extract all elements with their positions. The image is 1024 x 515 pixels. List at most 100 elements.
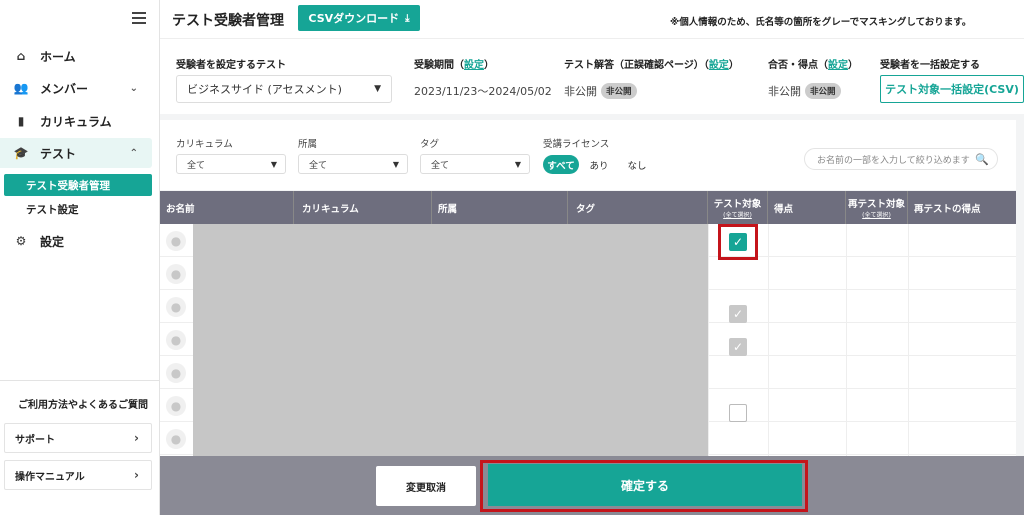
answer-label: テスト解答（正誤確認ページ）（設定） [564, 60, 739, 71]
sidebar-item-label: 設定 [40, 234, 65, 249]
column-divider [768, 224, 769, 456]
curriculum-filter-value: 全て [187, 160, 206, 171]
masking-notice: ※個人情報のため、氏名等の箇所をグレーでマスキングしております。 [670, 17, 972, 28]
col-retest-score: 再テストの得点 [914, 203, 981, 215]
sidebar: ⌂ ホーム 👥 メンバー ⌄ ▮ カリキュラム 🎓 テスト ⌃ テスト受験者管理… [0, 0, 160, 515]
avatar-icon: ● [166, 363, 186, 383]
sidebar-subitem-test-examinees[interactable]: テスト受験者管理 [4, 174, 152, 196]
bulk-csv-button[interactable]: テスト対象一括設定(CSV) [880, 75, 1024, 103]
avatar-icon: ● [166, 330, 186, 350]
tag-filter-label: タグ [420, 139, 440, 150]
dept-filter-select[interactable]: 全て ▼ [298, 154, 408, 174]
name-search-input[interactable]: お名前の一部を入力して絞り込めます 🔍 [804, 148, 998, 170]
license-option-all[interactable]: すべて [543, 155, 579, 174]
chevron-down-icon: ⌄ [129, 82, 138, 94]
pass-label: 合否・得点（設定） [768, 60, 858, 71]
table-header: お名前 カリキュラム 所属 タグ テスト対象 (全て選択) 得点 再テスト対象 … [160, 191, 1016, 224]
book-icon: ▮ [17, 114, 25, 128]
page-title: テスト受験者管理 [172, 13, 284, 29]
manual-link[interactable]: 操作マニュアル › [4, 460, 152, 490]
pass-setting-link[interactable]: 設定 [828, 60, 848, 71]
avatar-icon: ● [166, 264, 186, 284]
support-link[interactable]: サポート › [4, 423, 152, 453]
highlight-frame-confirm [480, 460, 808, 512]
help-title: ご利用方法やよくあるご質問 [18, 400, 148, 411]
period-setting-link[interactable]: 設定 [464, 60, 484, 71]
pass-value: 非公開 非公開 [768, 83, 841, 99]
license-option-yes[interactable]: あり [586, 155, 612, 174]
answer-setting-link[interactable]: 設定 [709, 60, 729, 71]
answer-value-text: 非公開 [564, 85, 597, 98]
col-test-target: テスト対象 (全て選択) [708, 191, 768, 224]
users-icon: 👥 [13, 81, 29, 95]
avatar-icon: ● [166, 297, 186, 317]
chevron-down-icon: ▼ [270, 159, 277, 169]
sidebar-item-home[interactable]: ⌂ ホーム [0, 41, 152, 71]
gear-icon: ⚙ [15, 234, 27, 248]
column-divider [708, 224, 709, 456]
tag-filter-value: 全て [431, 160, 450, 171]
license-option-no[interactable]: なし [624, 155, 650, 174]
csv-download-label: CSVダウンロード [308, 12, 400, 25]
search-icon[interactable]: 🔍 [975, 153, 989, 166]
sidebar-item-label: カリキュラム [40, 114, 112, 129]
manual-label: 操作マニュアル [15, 471, 85, 483]
sidebar-item-settings[interactable]: ⚙ 設定 [0, 226, 152, 256]
test-select-value: ビジネスサイド (アセスメント) [187, 83, 342, 96]
menu-icon[interactable] [132, 12, 146, 24]
col-retest-label: 再テスト対象 [847, 199, 905, 210]
bulk-label: 受験者を一括設定する [880, 60, 980, 71]
col-dept: 所属 [432, 191, 568, 224]
test-settings-panel: 受験者を設定するテスト ビジネスサイド (アセスメント) ▼ 受験期間（設定） … [160, 38, 1024, 114]
download-icon: ⤓ [405, 12, 410, 24]
select-all-retest-link[interactable]: (全て選択) [862, 210, 891, 219]
header: テスト受験者管理 CSVダウンロード ⤓ ※個人情報のため、氏名等の箇所をグレー… [160, 0, 1024, 38]
sidebar-item-label: メンバー [40, 81, 89, 96]
pass-value-text: 非公開 [768, 85, 801, 98]
csv-download-button[interactable]: CSVダウンロード ⤓ [298, 5, 420, 31]
avatar-icon: ● [166, 429, 186, 449]
col-test-target-label: テスト対象 [713, 199, 762, 210]
search-placeholder: お名前の一部を入力して絞り込めます [817, 155, 970, 166]
curriculum-filter-select[interactable]: 全て ▼ [176, 154, 286, 174]
period-value: 2023/11/23～2024/05/02 [414, 85, 552, 98]
col-score: 得点 [768, 191, 846, 224]
graduation-cap-icon: 🎓 [13, 146, 29, 160]
curriculum-filter-label: カリキュラム [176, 139, 233, 150]
dept-filter-value: 全て [309, 160, 328, 171]
sidebar-item-label: ホーム [40, 49, 76, 64]
sidebar-subitem-test-settings[interactable]: テスト設定 [4, 198, 152, 220]
sidebar-subitem-label: テスト受験者管理 [26, 179, 110, 192]
tag-filter-select[interactable]: 全て ▼ [420, 154, 530, 174]
period-label: 受験期間（設定） [414, 60, 494, 71]
dept-filter-label: 所属 [298, 139, 318, 150]
avatar-icon: ● [166, 231, 186, 251]
sidebar-item-label: テスト [40, 146, 77, 161]
chevron-down-icon: ▼ [514, 159, 521, 169]
license-filter-label: 受講ライセンス [543, 139, 610, 150]
answer-value: 非公開 非公開 [564, 83, 637, 99]
sidebar-subitem-label: テスト設定 [26, 203, 79, 216]
sidebar-item-members[interactable]: 👥 メンバー ⌄ [0, 73, 152, 103]
sidebar-item-curriculum[interactable]: ▮ カリキュラム [0, 106, 152, 136]
chevron-down-icon: ▼ [392, 159, 399, 169]
col-curriculum: カリキュラム [294, 191, 432, 224]
column-divider [846, 224, 847, 456]
home-icon: ⌂ [16, 49, 26, 63]
filter-panel: カリキュラム 全て ▼ 所属 全て ▼ タグ 全て ▼ 受講ライセンス すべて … [160, 120, 1016, 190]
cancel-changes-button[interactable]: 変更取消 [376, 466, 476, 506]
select-all-target-link[interactable]: (全て選択) [723, 210, 752, 219]
chevron-down-icon: ▼ [374, 84, 381, 94]
column-divider [908, 224, 909, 456]
test-select-label: 受験者を設定するテスト [176, 60, 286, 71]
highlight-frame-checkbox [718, 224, 758, 260]
sidebar-item-test[interactable]: 🎓 テスト ⌃ [0, 138, 152, 168]
test-target-checkbox: ✓ [729, 305, 747, 323]
test-target-checkbox[interactable] [729, 404, 747, 422]
avatar-icon: ● [166, 396, 186, 416]
pass-label-text: 合否・得点 [768, 60, 818, 71]
col-tag: タグ [568, 191, 708, 224]
status-badge: 非公開 [601, 83, 637, 99]
chevron-right-icon: › [134, 468, 139, 482]
test-select[interactable]: ビジネスサイド (アセスメント) ▼ [176, 75, 392, 103]
